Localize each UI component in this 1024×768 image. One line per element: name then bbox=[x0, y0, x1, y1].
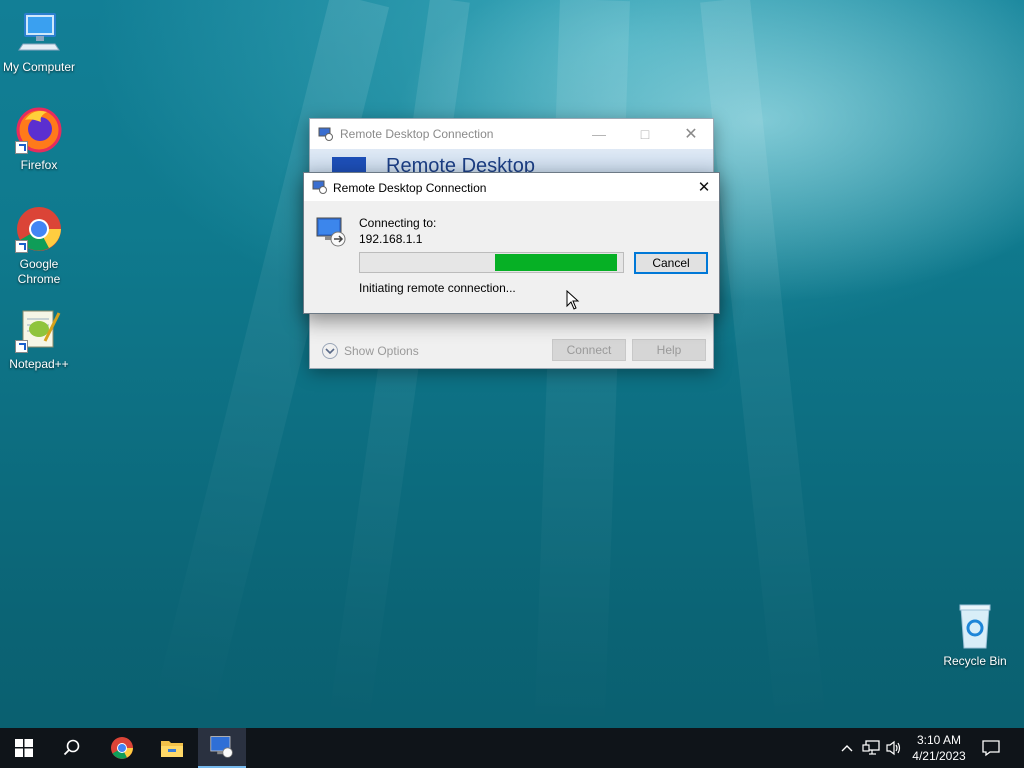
desktop-icon-label: Google Chrome bbox=[17, 257, 61, 286]
remote-desktop-small-icon bbox=[318, 127, 334, 141]
start-button[interactable] bbox=[0, 728, 48, 768]
cancel-label: Cancel bbox=[652, 256, 690, 270]
taskbar-remote-desktop[interactable] bbox=[198, 728, 246, 768]
close-button[interactable]: ✕ bbox=[668, 119, 714, 149]
search-icon bbox=[63, 739, 80, 756]
rdc-banner: Remote Desktop bbox=[310, 149, 713, 173]
computer-icon bbox=[15, 8, 63, 56]
help-button[interactable]: Help bbox=[632, 339, 706, 361]
remote-desktop-logo-icon bbox=[332, 157, 366, 173]
connecting-to-label: Connecting to: bbox=[359, 216, 437, 230]
desktop-icon-label: My Computer bbox=[2, 60, 76, 74]
show-options-toggle[interactable]: Show Options bbox=[322, 343, 419, 359]
help-label: Help bbox=[656, 343, 682, 357]
search-button[interactable] bbox=[48, 728, 96, 768]
chevron-up-icon bbox=[841, 745, 853, 752]
notepad-plus-plus-icon bbox=[15, 305, 63, 353]
chrome-icon bbox=[111, 737, 133, 759]
cancel-button[interactable]: Cancel bbox=[634, 252, 708, 274]
desktop-icon-label: Recycle Bin bbox=[943, 654, 1007, 668]
notification-icon bbox=[982, 740, 1000, 757]
remote-desktop-icon bbox=[210, 736, 233, 758]
close-button[interactable]: ✕ bbox=[689, 173, 719, 201]
progress-fill bbox=[495, 254, 617, 271]
shortcut-arrow-icon bbox=[15, 340, 28, 353]
connection-progress-bar bbox=[359, 252, 624, 273]
mouse-cursor-icon bbox=[566, 290, 580, 310]
chevron-down-icon bbox=[322, 343, 338, 359]
clock-time: 3:10 AM bbox=[916, 733, 962, 747]
connecting-dialog: Remote Desktop Connection ✕ Connecting t… bbox=[303, 172, 720, 314]
dialog-title: Remote Desktop Connection bbox=[333, 181, 487, 195]
network-button[interactable] bbox=[860, 728, 882, 768]
action-center-button[interactable] bbox=[980, 728, 1002, 768]
light-ray bbox=[700, 0, 827, 729]
show-hidden-icons-button[interactable] bbox=[838, 728, 856, 768]
remote-desktop-icon bbox=[315, 216, 347, 253]
connection-status-text: Initiating remote connection... bbox=[359, 281, 516, 295]
desktop-icon-google-chrome[interactable]: Google Chrome bbox=[1, 205, 77, 287]
remote-desktop-small-icon bbox=[312, 180, 328, 199]
desktop-icon-recycle-bin[interactable]: Recycle Bin bbox=[937, 602, 1013, 669]
show-options-label: Show Options bbox=[344, 344, 419, 358]
dialog-titlebar[interactable]: Remote Desktop Connection ✕ bbox=[304, 173, 719, 201]
system-clock[interactable]: 3:10 AM 4/21/2023 bbox=[904, 732, 974, 764]
taskbar: 3:10 AM 4/21/2023 bbox=[0, 728, 1024, 768]
desktop-icon-my-computer[interactable]: My Computer bbox=[1, 8, 77, 75]
desktop-icon-label: Notepad++ bbox=[9, 357, 69, 371]
network-icon bbox=[862, 740, 880, 755]
rdc-banner-title: Remote Desktop bbox=[386, 155, 535, 173]
shortcut-arrow-icon bbox=[15, 240, 28, 253]
minimize-button[interactable]: — bbox=[576, 119, 622, 149]
clock-date: 4/21/2023 bbox=[912, 749, 966, 763]
close-icon: ✕ bbox=[697, 179, 711, 196]
file-explorer-icon bbox=[161, 741, 183, 757]
taskbar-file-explorer[interactable] bbox=[148, 728, 196, 768]
windows-start-icon bbox=[15, 739, 33, 757]
connect-button[interactable]: Connect bbox=[552, 339, 626, 361]
desktop-icon-label: Firefox bbox=[20, 158, 58, 172]
maximize-button[interactable]: □ bbox=[622, 119, 668, 149]
volume-button[interactable] bbox=[884, 728, 904, 768]
chrome-icon bbox=[15, 205, 63, 253]
taskbar-chrome[interactable] bbox=[98, 728, 146, 768]
desktop-icon-notepad-plus-plus[interactable]: Notepad++ bbox=[1, 305, 77, 372]
recycle-bin-icon bbox=[951, 602, 999, 650]
remote-address: 192.168.1.1 bbox=[359, 232, 423, 246]
desktop-icon-firefox[interactable]: Firefox bbox=[1, 106, 77, 173]
volume-icon bbox=[886, 740, 901, 756]
rdc-main-title: Remote Desktop Connection bbox=[340, 127, 494, 141]
shortcut-arrow-icon bbox=[15, 141, 28, 154]
firefox-icon bbox=[15, 106, 63, 154]
connect-label: Connect bbox=[566, 343, 612, 357]
